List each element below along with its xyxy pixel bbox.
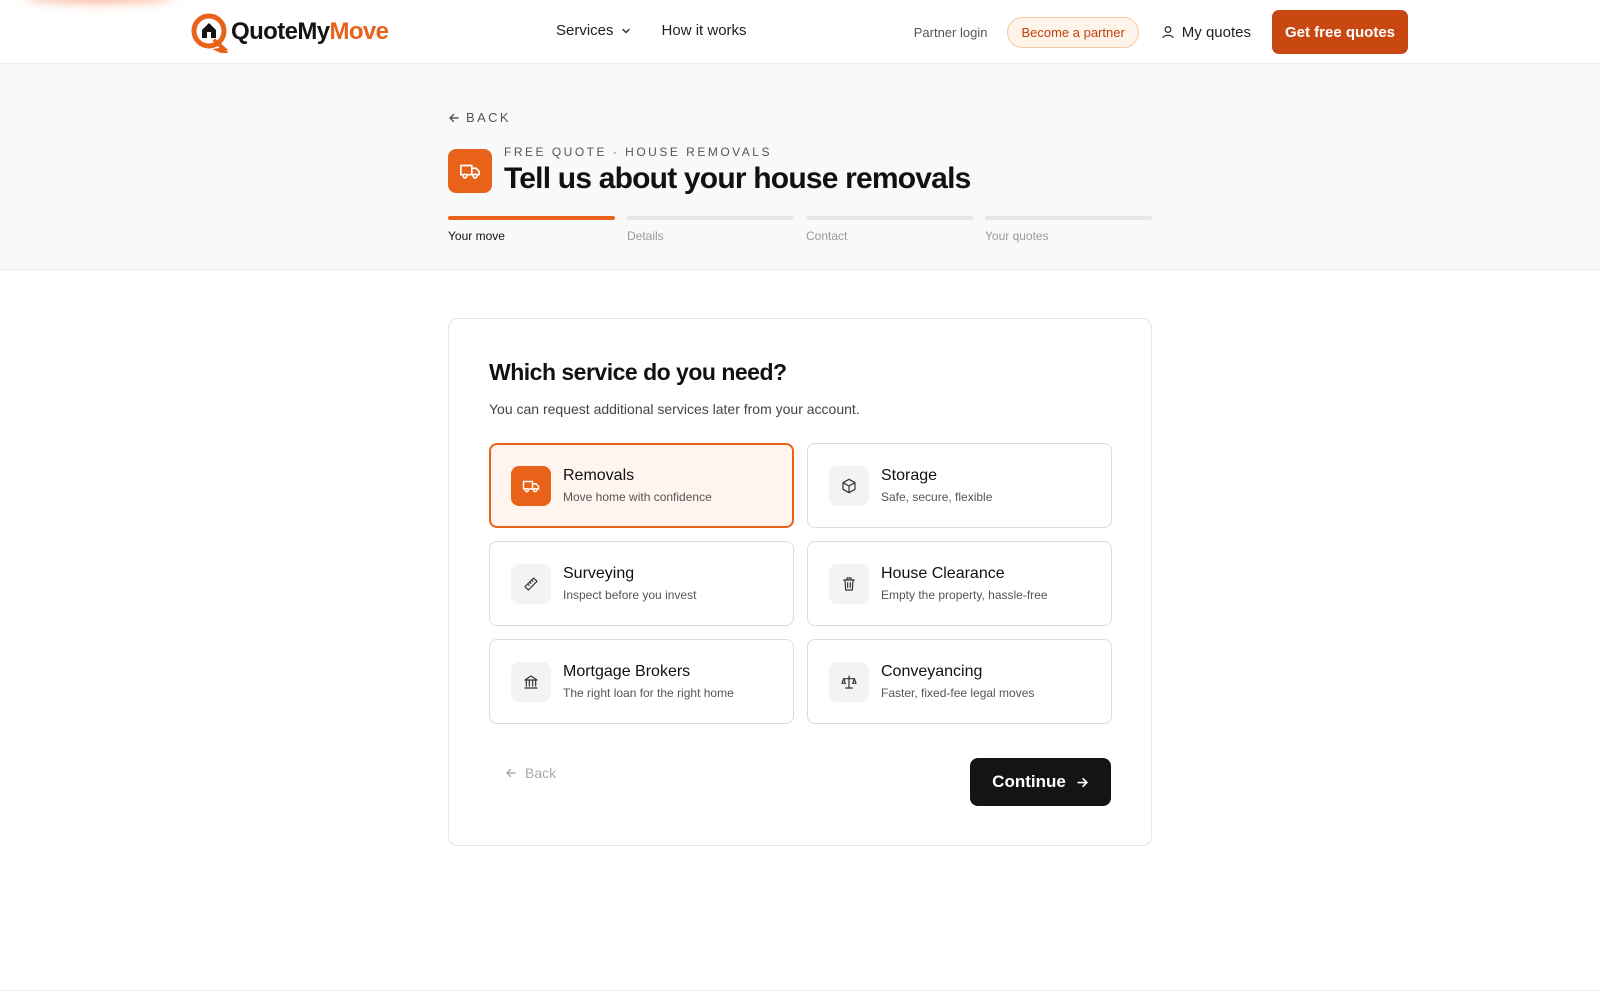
back-link[interactable]: BACK <box>448 110 511 125</box>
nav-how-it-works[interactable]: How it works <box>662 22 747 39</box>
step-bar <box>627 216 794 220</box>
step-label: Your quotes <box>985 229 1049 243</box>
box-icon <box>829 465 869 506</box>
back-button[interactable]: Back <box>505 765 556 781</box>
step-label: Contact <box>806 229 848 243</box>
option-title: Conveyancing <box>881 663 983 680</box>
truck-icon <box>511 465 551 506</box>
option-text: Storage Safe, secure, flexible <box>881 467 992 504</box>
option-mortgage-brokers[interactable]: Mortgage Brokers The right loan for the … <box>489 639 794 724</box>
option-text: Surveying Inspect before you invest <box>563 565 696 602</box>
bank-icon <box>511 661 551 702</box>
site-header: QuoteMyMove Services How it works Partne… <box>0 0 1600 64</box>
option-desc: Move home with confidence <box>563 490 712 504</box>
service-options: Removals Move home with confidence Stora… <box>489 443 1112 724</box>
arrow-left-icon <box>449 113 459 122</box>
continue-button[interactable]: Continue <box>970 758 1111 806</box>
nav-how-it-works-label: How it works <box>661 22 747 39</box>
option-desc: The right loan for the right home <box>563 686 734 700</box>
step-bar <box>985 216 1152 220</box>
step-your-quotes: Your quotes <box>985 216 1152 243</box>
step-details: Details <box>627 216 794 243</box>
option-text: House Clearance Empty the property, hass… <box>881 565 1048 602</box>
option-surveying[interactable]: Surveying Inspect before you invest <box>489 541 794 626</box>
user-icon <box>1161 26 1174 39</box>
option-storage[interactable]: Storage Safe, secure, flexible <box>807 443 1112 528</box>
truck-icon <box>448 149 492 193</box>
my-quotes-label: My quotes <box>1181 23 1251 41</box>
step-bar <box>448 216 615 220</box>
eyebrow-text: FREE QUOTE · HOUSE REMOVALS <box>504 145 772 159</box>
step-your-move: Your move <box>448 216 615 243</box>
step-contact: Contact <box>806 216 973 243</box>
option-desc: Safe, secure, flexible <box>881 490 993 504</box>
progress-steps: Your move Details Contact Your quotes <box>448 216 1152 243</box>
logo[interactable]: QuoteMyMove <box>191 11 389 55</box>
ruler-icon <box>511 563 551 604</box>
decorative-glow <box>24 0 174 2</box>
arrow-left-icon <box>506 768 516 778</box>
footer-divider <box>0 990 1600 991</box>
option-removals[interactable]: Removals Move home with confidence <box>489 443 794 528</box>
service-selection-card: Which service do you need? You can reque… <box>448 318 1152 846</box>
step-label: Details <box>627 229 664 243</box>
get-free-quotes-button[interactable]: Get free quotes <box>1272 10 1408 54</box>
scales-icon <box>829 661 869 702</box>
card-subtitle: You can request additional services late… <box>489 401 860 417</box>
main-nav: Services How it works <box>556 22 747 39</box>
logo-text: QuoteMyMove <box>231 18 389 45</box>
become-partner-button[interactable]: Become a partner <box>1007 16 1139 48</box>
option-title: Mortgage Brokers <box>563 663 691 680</box>
option-title: Removals <box>563 467 635 484</box>
nav-services-label: Services <box>556 22 614 39</box>
back-link-label: BACK <box>466 110 512 125</box>
option-text: Mortgage Brokers The right loan for the … <box>563 663 734 700</box>
my-quotes-link[interactable]: My quotes <box>1161 24 1251 41</box>
partner-login-link[interactable]: Partner login <box>914 25 988 40</box>
option-text: Removals Move home with confidence <box>563 467 712 504</box>
option-desc: Inspect before you invest <box>563 588 697 602</box>
option-house-clearance[interactable]: House Clearance Empty the property, hass… <box>807 541 1112 626</box>
hero-section: BACK FREE QUOTE · HOUSE REMOVALS Tell us… <box>0 64 1600 270</box>
option-title: Storage <box>881 467 938 484</box>
step-label: Your move <box>448 229 505 243</box>
arrow-right-icon <box>1077 777 1088 787</box>
option-title: House Clearance <box>881 565 1005 582</box>
step-bar <box>806 216 973 220</box>
continue-button-label: Continue <box>992 772 1066 791</box>
option-title: Surveying <box>563 565 635 582</box>
page-title: Tell us about your house removals <box>504 162 971 195</box>
header-actions: Partner login Become a partner My quotes… <box>914 10 1408 54</box>
back-button-label: Back <box>525 765 557 781</box>
chevron-down-icon <box>621 28 630 34</box>
option-text: Conveyancing Faster, fixed-fee legal mov… <box>881 663 1034 700</box>
logo-mark-icon <box>191 13 229 55</box>
nav-services[interactable]: Services <box>556 22 632 39</box>
option-desc: Empty the property, hassle-free <box>881 588 1048 602</box>
option-conveyancing[interactable]: Conveyancing Faster, fixed-fee legal mov… <box>807 639 1112 724</box>
trash-icon <box>829 563 869 604</box>
card-title: Which service do you need? <box>489 359 787 385</box>
option-desc: Faster, fixed-fee legal moves <box>881 686 1035 700</box>
